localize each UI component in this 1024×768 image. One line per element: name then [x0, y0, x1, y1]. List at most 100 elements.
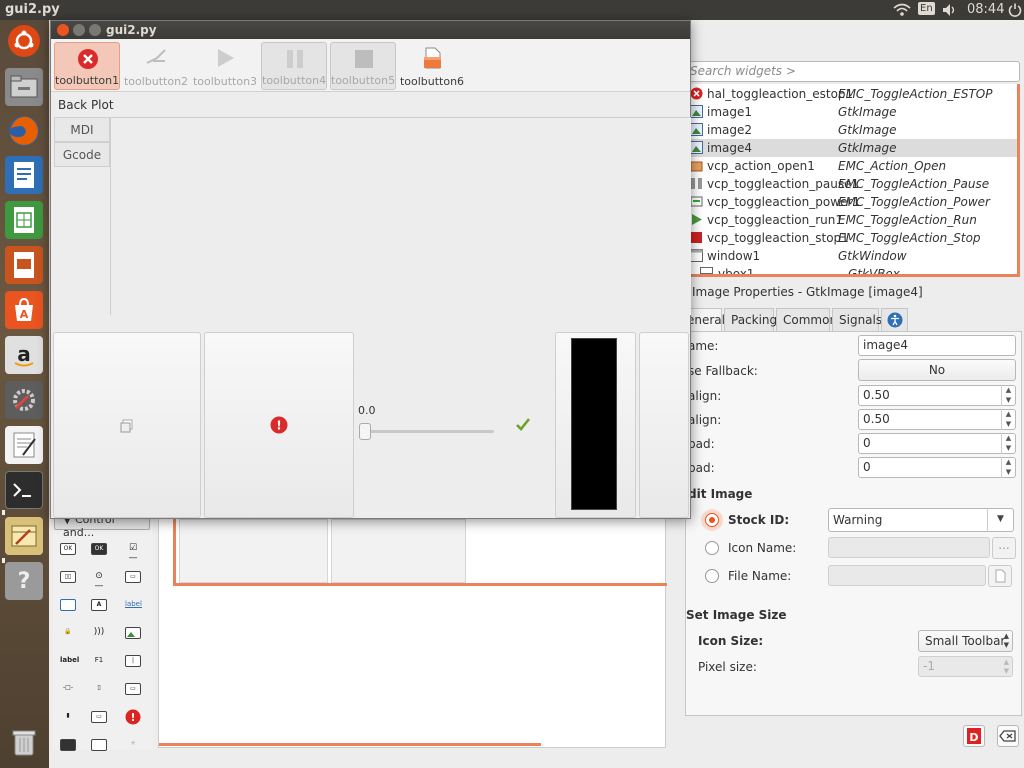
- tree-row[interactable]: window1 GtkWindow: [685, 247, 1017, 265]
- hscale-track[interactable]: [362, 430, 494, 433]
- text-editor-icon[interactable]: [5, 426, 43, 464]
- firefox-icon[interactable]: [5, 112, 43, 150]
- spin-button-widget-icon[interactable]: ▯▯: [60, 571, 76, 583]
- vscale-widget-icon[interactable]: ▯: [91, 683, 107, 695]
- software-center-icon[interactable]: A: [5, 291, 43, 329]
- button-widget-icon[interactable]: OK: [60, 543, 76, 555]
- system-settings-icon[interactable]: [5, 381, 43, 419]
- wifi-icon[interactable]: [893, 2, 911, 18]
- progress-widget-icon[interactable]: ▭: [91, 711, 107, 723]
- icon-name-input[interactable]: [828, 537, 990, 558]
- help-icon[interactable]: ?: [5, 562, 43, 600]
- image-widget-icon[interactable]: [125, 627, 141, 639]
- file-name-radio[interactable]: [705, 569, 719, 583]
- tree-row[interactable]: vcp_toggleaction_run1 EMC_ToggleAction_R…: [685, 211, 1017, 229]
- tab-packing[interactable]: Packing: [724, 308, 777, 332]
- libreoffice-writer-icon[interactable]: [5, 156, 43, 194]
- widget-tree[interactable]: hal_toggleaction_estop1 EMC_ToggleAction…: [685, 84, 1020, 277]
- clock[interactable]: 08:44: [967, 2, 1004, 17]
- tab-accessibility[interactable]: [881, 308, 908, 332]
- tab-common[interactable]: Common: [776, 308, 837, 332]
- container-cell[interactable]: [331, 519, 466, 583]
- tree-row-selected[interactable]: image4 GtkImage: [685, 139, 1017, 157]
- layout-widget-icon[interactable]: [91, 739, 107, 751]
- maximize-window-icon[interactable]: [89, 24, 101, 36]
- hscale-handle[interactable]: [359, 423, 371, 440]
- ubuntu-dash-icon[interactable]: [8, 25, 40, 57]
- tree-row[interactable]: image1 GtkImage: [685, 103, 1017, 121]
- toolbutton4-pause[interactable]: toolbutton4: [261, 42, 327, 90]
- entry-widget-icon[interactable]: [60, 599, 76, 611]
- toolbutton2-power[interactable]: toolbutton2: [123, 42, 189, 90]
- file-chooser-widget-icon[interactable]: ▭: [125, 571, 141, 583]
- file-name-input[interactable]: [828, 565, 986, 586]
- libreoffice-impress-icon[interactable]: [5, 246, 43, 284]
- chevron-down-icon[interactable]: ▼: [987, 509, 1013, 531]
- tab-mdi[interactable]: MDI: [54, 117, 110, 142]
- radio-button-widget-icon[interactable]: ⊙—: [91, 571, 107, 591]
- ypad-spin[interactable]: 0 ▲ ▼: [858, 457, 1016, 478]
- toolbutton3-run[interactable]: toolbutton3: [192, 42, 258, 90]
- tree-row[interactable]: vcp_action_open1 EMC_Action_Open: [685, 157, 1017, 175]
- spin-arrows-icon[interactable]: ▲ ▼: [1001, 409, 1015, 430]
- file-browse-button[interactable]: [988, 565, 1012, 587]
- libreoffice-calc-icon[interactable]: [5, 201, 43, 239]
- tab-signals[interactable]: Signals: [832, 308, 882, 332]
- container-cell[interactable]: [179, 519, 328, 583]
- use-fallback-toggle[interactable]: No: [858, 359, 1016, 381]
- keyboard-layout-indicator[interactable]: En: [918, 2, 935, 15]
- font-button-widget-icon[interactable]: A: [91, 599, 107, 611]
- amazon-icon[interactable]: a: [5, 336, 43, 374]
- terminal-icon[interactable]: [5, 471, 43, 509]
- stock-id-radio[interactable]: [705, 513, 719, 527]
- stock-id-combo[interactable]: Warning ▼: [828, 508, 1014, 532]
- icon-name-radio[interactable]: [705, 541, 719, 555]
- toolbutton5-stop[interactable]: toolbutton5: [330, 42, 396, 90]
- gui-title-bar[interactable]: gui2.py: [51, 21, 690, 39]
- files-icon[interactable]: [5, 68, 43, 106]
- back-plot-page[interactable]: [110, 117, 691, 315]
- tree-row[interactable]: vcp_toggleaction_power1 EMC_ToggleAction…: [685, 193, 1017, 211]
- close-window-icon[interactable]: [57, 24, 69, 36]
- pixel-size-spin[interactable]: -1 ▲ ▼: [918, 656, 1013, 677]
- selected-container[interactable]: [173, 519, 667, 586]
- text-entry-widget-icon[interactable]: |: [125, 655, 141, 667]
- toolbutton6-open[interactable]: toolbutton6: [399, 42, 465, 90]
- icon-size-combo[interactable]: Small Toolbar ▲ ▼: [918, 630, 1013, 652]
- xpad-spin[interactable]: 0 ▲ ▼: [858, 433, 1016, 454]
- link-button-widget-icon[interactable]: label: [125, 599, 142, 611]
- tab-gcode[interactable]: Gcode: [54, 142, 110, 167]
- volume-button-widget-icon[interactable]: ))): [91, 627, 107, 639]
- clear-button[interactable]: [997, 725, 1019, 747]
- spin-arrows-icon[interactable]: ▲ ▼: [1001, 457, 1015, 478]
- toolbutton1-estop[interactable]: toolbutton1: [54, 42, 120, 90]
- tree-row[interactable]: hal_toggleaction_estop1 EMC_ToggleAction…: [685, 85, 1017, 103]
- yalign-spin[interactable]: 0.50 ▲ ▼: [858, 409, 1016, 430]
- minimize-window-icon[interactable]: [73, 24, 85, 36]
- glade-icon[interactable]: [5, 517, 43, 555]
- check-button-widget-icon[interactable]: ☑—: [125, 543, 141, 563]
- spin-arrows-icon[interactable]: ▲ ▼: [1001, 385, 1015, 406]
- accel-label-widget-icon[interactable]: F1: [91, 655, 107, 667]
- tree-row[interactable]: vcp_toggleaction_stop1 EMC_ToggleAction_…: [685, 229, 1017, 247]
- statusbar-widget-icon[interactable]: [60, 739, 76, 751]
- scrollbar-widget-icon[interactable]: ▭: [125, 683, 141, 695]
- tree-row[interactable]: image2 GtkImage: [685, 121, 1017, 139]
- icon-name-browse-button[interactable]: ...: [992, 537, 1016, 559]
- power-menu-icon[interactable]: [1008, 3, 1022, 17]
- vscrollbar-widget-icon[interactable]: ▮: [60, 711, 76, 723]
- volume-icon[interactable]: [942, 3, 958, 17]
- debug-button[interactable]: D: [963, 725, 985, 747]
- trash-icon[interactable]: [5, 723, 43, 761]
- toggle-button-widget-icon[interactable]: OK: [91, 543, 107, 555]
- tree-row[interactable]: vcp_toggleaction_pause1 EMC_ToggleAction…: [685, 175, 1017, 193]
- spinner-widget-icon[interactable]: ✳: [125, 739, 141, 751]
- hscale-widget-icon[interactable]: -□-: [60, 683, 76, 695]
- warning-widget-icon[interactable]: !: [125, 709, 141, 725]
- label-widget-icon[interactable]: label: [60, 655, 79, 667]
- search-widgets-input[interactable]: Search widgets >: [685, 61, 1020, 82]
- spin-arrows-icon[interactable]: ▲ ▼: [1001, 433, 1015, 454]
- design-canvas[interactable]: [158, 500, 667, 748]
- tab-back-plot[interactable]: Back Plot: [58, 98, 114, 112]
- xalign-spin[interactable]: 0.50 ▲ ▼: [858, 385, 1016, 406]
